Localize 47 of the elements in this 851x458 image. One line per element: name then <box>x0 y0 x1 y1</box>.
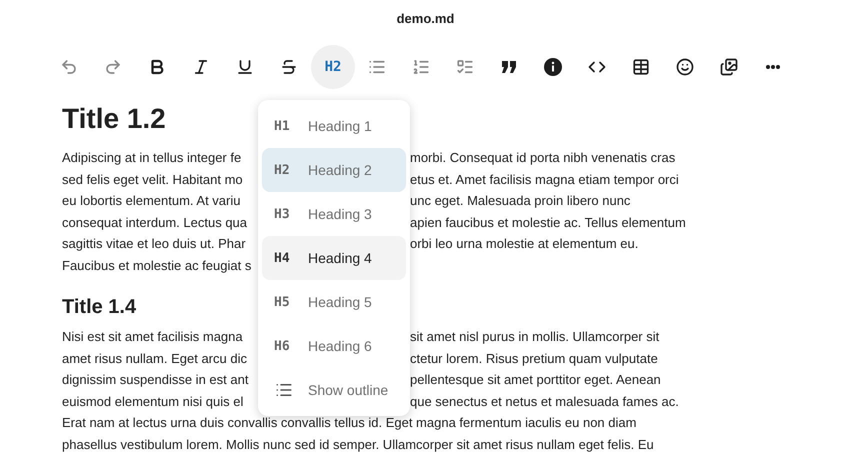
paragraph-line: que senectus et netus et malesuada fames ac. <box>410 392 680 411</box>
checklist-icon <box>456 58 474 76</box>
paragraph-line: unc eget. Malesuada proin libero nunc <box>410 192 632 210</box>
paragraph-line: Adipiscing at in tellus integer fe <box>62 149 242 167</box>
paragraph-line: pellentesque sit amet porttitor eget. Aenean <box>410 371 662 389</box>
window-title: demo.md <box>396 11 454 26</box>
images-icon <box>720 58 738 76</box>
heading-button[interactable]: H2 <box>311 45 355 89</box>
paragraph-line: etus et. Amet facilisis magna etiam tempor orci <box>410 170 680 189</box>
paragraph-line: euismod elementum nisi quis el <box>62 392 244 411</box>
redo-icon <box>104 58 122 76</box>
smiley-icon <box>676 58 694 76</box>
underline-icon <box>236 58 254 76</box>
document-title: Title 1.2 <box>62 103 166 134</box>
paragraph-line: sagittis vitae et leo duis ut. Phar <box>62 235 247 253</box>
quote-icon <box>502 61 516 73</box>
heading-menu-item[interactable]: H6 Heading 6 <box>262 324 406 368</box>
heading-menu-item[interactable]: H4 Heading 4 <box>262 236 406 280</box>
paragraph-line: dignissim suspendisse in est ant <box>62 371 250 389</box>
paragraph-line: eu lobortis elementum. At variu <box>62 192 242 210</box>
heading-menu-item[interactable]: H5 Heading 5 <box>262 280 406 324</box>
info-icon <box>544 58 562 76</box>
heading-menu-item[interactable]: H1 Heading 1 <box>262 104 406 148</box>
paragraph-line: Faucibus et molestie ac feugiat s <box>62 256 252 275</box>
more-icon <box>766 65 780 69</box>
numbered-list-icon <box>412 58 430 76</box>
paragraph-line: sed felis eget velit. Habitant mo <box>62 170 244 189</box>
italic-icon <box>192 58 210 76</box>
list-icon <box>274 381 294 399</box>
heading-menu-item[interactable]: H3 Heading 3 <box>262 192 406 236</box>
paragraph-line: orbi leo urna molestie at elementum eu. <box>410 235 640 253</box>
heading-menu-item[interactable]: H2 Heading 2 <box>262 148 406 192</box>
undo-icon <box>60 58 78 76</box>
paragraph-line: ctetur lorem. Risus pretium quam vulputate <box>410 350 659 368</box>
strikethrough-icon <box>280 58 298 76</box>
paragraph-line: consequat interdum. Lectus qua <box>62 214 248 232</box>
section-heading: Title 1.4 <box>62 296 136 318</box>
paragraph-line: Nisi est sit amet facilisis magna <box>62 328 244 346</box>
paragraph-line: phasellus vestibulum lorem. Mollis nunc sed id semper. Ullamcorper sit amet risus nullam eget felis. Eu <box>62 436 654 452</box>
bullet-list-icon <box>368 58 386 76</box>
paragraph-line: amet risus nullam. Eget arcu dic <box>62 350 248 368</box>
paragraph-line: sit amet nisl purus in mollis. Ullamcorper sit <box>410 328 660 346</box>
show-outline-item[interactable]: Show outline <box>262 368 406 412</box>
paragraph-line: apien faucibus et molestie ac. Tellus elementum <box>410 214 687 232</box>
table-icon <box>632 58 650 76</box>
paragraph-line: morbi. Consequat id porta nibh venenatis cras <box>410 149 676 167</box>
paragraph-line: Erat nam at lectus urna duis convallis convallis tellus id. Eget magna fermentum iaculis eu non diam <box>62 415 636 430</box>
